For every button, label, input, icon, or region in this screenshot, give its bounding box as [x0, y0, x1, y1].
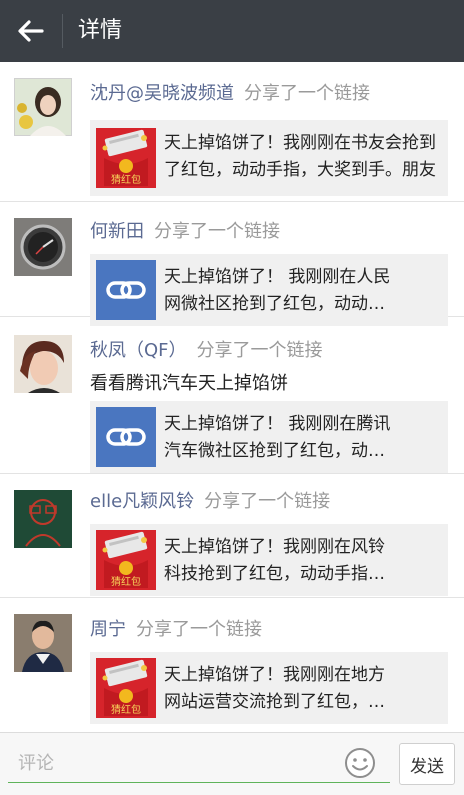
post-header: elle凡颖风铃 分享了一个链接 [90, 490, 330, 514]
list-item: 周宁 分享了一个链接 猜红包 天上掉馅饼了！我刚刚在地方 网站运营交流抢到了红包，… [0, 598, 464, 732]
page-title: 详情 [78, 18, 123, 43]
shared-link-card[interactable]: 猜红包 天上掉馅饼了！我刚刚在地方 网站运营交流抢到了红包，… [90, 652, 448, 724]
share-action-text: 分享了一个链接 [196, 340, 323, 361]
link-title: 天上掉馅饼了！ 我刚刚在腾讯 汽车微社区抢到了红包，动… [164, 414, 391, 461]
share-action-text: 分享了一个链接 [136, 619, 262, 640]
share-action-text: 分享了一个链接 [204, 491, 331, 512]
red-envelope-thumbnail: 猜红包 [96, 658, 156, 718]
list-item: 沈丹@吴晓波频道 分享了一个链接 猜红包 天上掉馅饼了！我刚刚在书友会抢到 了红包… [0, 62, 464, 202]
comment-input[interactable] [8, 745, 390, 783]
smiley-icon[interactable] [344, 747, 376, 779]
back-arrow-icon[interactable] [14, 14, 48, 48]
comment-bar: 发送 [0, 732, 464, 795]
author-name[interactable]: 沈丹@吴晓波频道 [90, 83, 234, 104]
author-name[interactable]: elle凡颖风铃 [90, 491, 194, 512]
shared-link-card[interactable]: 猜红包 天上掉馅饼了！我刚刚在书友会抢到 了红包，动动手指，大奖到手。朋友 [90, 120, 448, 196]
svg-text:猜红包: 猜红包 [111, 575, 141, 588]
avatar[interactable] [14, 490, 72, 548]
shared-link-card[interactable]: 猜红包 天上掉馅饼了！我刚刚在风铃 科技抢到了红包，动动手指… [90, 524, 448, 596]
author-name[interactable]: 秋凤（QF） [90, 340, 187, 361]
list-item: 秋凤（QF） 分享了一个链接 看看腾讯汽车天上掉馅饼 天上掉馅饼了！ 我刚刚在腾讯… [0, 317, 464, 474]
list-item: 何新田 分享了一个链接 天上掉馅饼了！ 我刚刚在人民 网微社区抢到了红包，动动… [0, 202, 464, 326]
shared-link-card[interactable]: 天上掉馅饼了！ 我刚刚在腾讯 汽车微社区抢到了红包，动… [90, 401, 448, 473]
post-header: 秋凤（QF） 分享了一个链接 [90, 339, 323, 363]
send-button[interactable]: 发送 [399, 743, 455, 785]
list-item: elle凡颖风铃 分享了一个链接 猜红包 天上掉馅饼了！我刚刚在风铃 科技抢到了红… [0, 474, 464, 598]
post-header: 周宁 分享了一个链接 [90, 618, 262, 642]
svg-text:猜红包: 猜红包 [111, 703, 141, 716]
title-divider [62, 14, 63, 48]
avatar[interactable] [14, 218, 72, 276]
author-name[interactable]: 何新田 [90, 221, 144, 242]
link-icon [96, 260, 156, 320]
link-icon [96, 407, 156, 467]
link-title: 天上掉馅饼了！我刚刚在书友会抢到 了红包，动动手指，大奖到手。朋友 [164, 133, 436, 180]
avatar[interactable] [14, 78, 72, 136]
share-list[interactable]: 沈丹@吴晓波频道 分享了一个链接 猜红包 天上掉馅饼了！我刚刚在书友会抢到 了红包… [0, 62, 464, 732]
post-caption: 看看腾讯汽车天上掉馅饼 [90, 373, 288, 394]
share-action-text: 分享了一个链接 [244, 83, 370, 104]
author-name[interactable]: 周宁 [90, 619, 126, 640]
red-envelope-thumbnail: 猜红包 [96, 530, 156, 590]
link-title: 天上掉馅饼了！我刚刚在地方 网站运营交流抢到了红包，… [164, 665, 385, 712]
svg-text:猜红包: 猜红包 [111, 173, 141, 186]
share-action-text: 分享了一个链接 [154, 221, 280, 242]
post-header: 何新田 分享了一个链接 [90, 220, 280, 244]
link-title: 天上掉馅饼了！ 我刚刚在人民 网微社区抢到了红包，动动… [164, 267, 391, 314]
shared-link-card[interactable]: 天上掉馅饼了！ 我刚刚在人民 网微社区抢到了红包，动动… [90, 254, 448, 326]
red-envelope-thumbnail: 猜红包 [96, 128, 156, 188]
post-header: 沈丹@吴晓波频道 分享了一个链接 [90, 82, 370, 106]
title-bar: 详情 [0, 0, 464, 62]
link-title: 天上掉馅饼了！我刚刚在风铃 科技抢到了红包，动动手指… [164, 537, 385, 584]
avatar[interactable] [14, 614, 72, 672]
avatar[interactable] [14, 335, 72, 393]
